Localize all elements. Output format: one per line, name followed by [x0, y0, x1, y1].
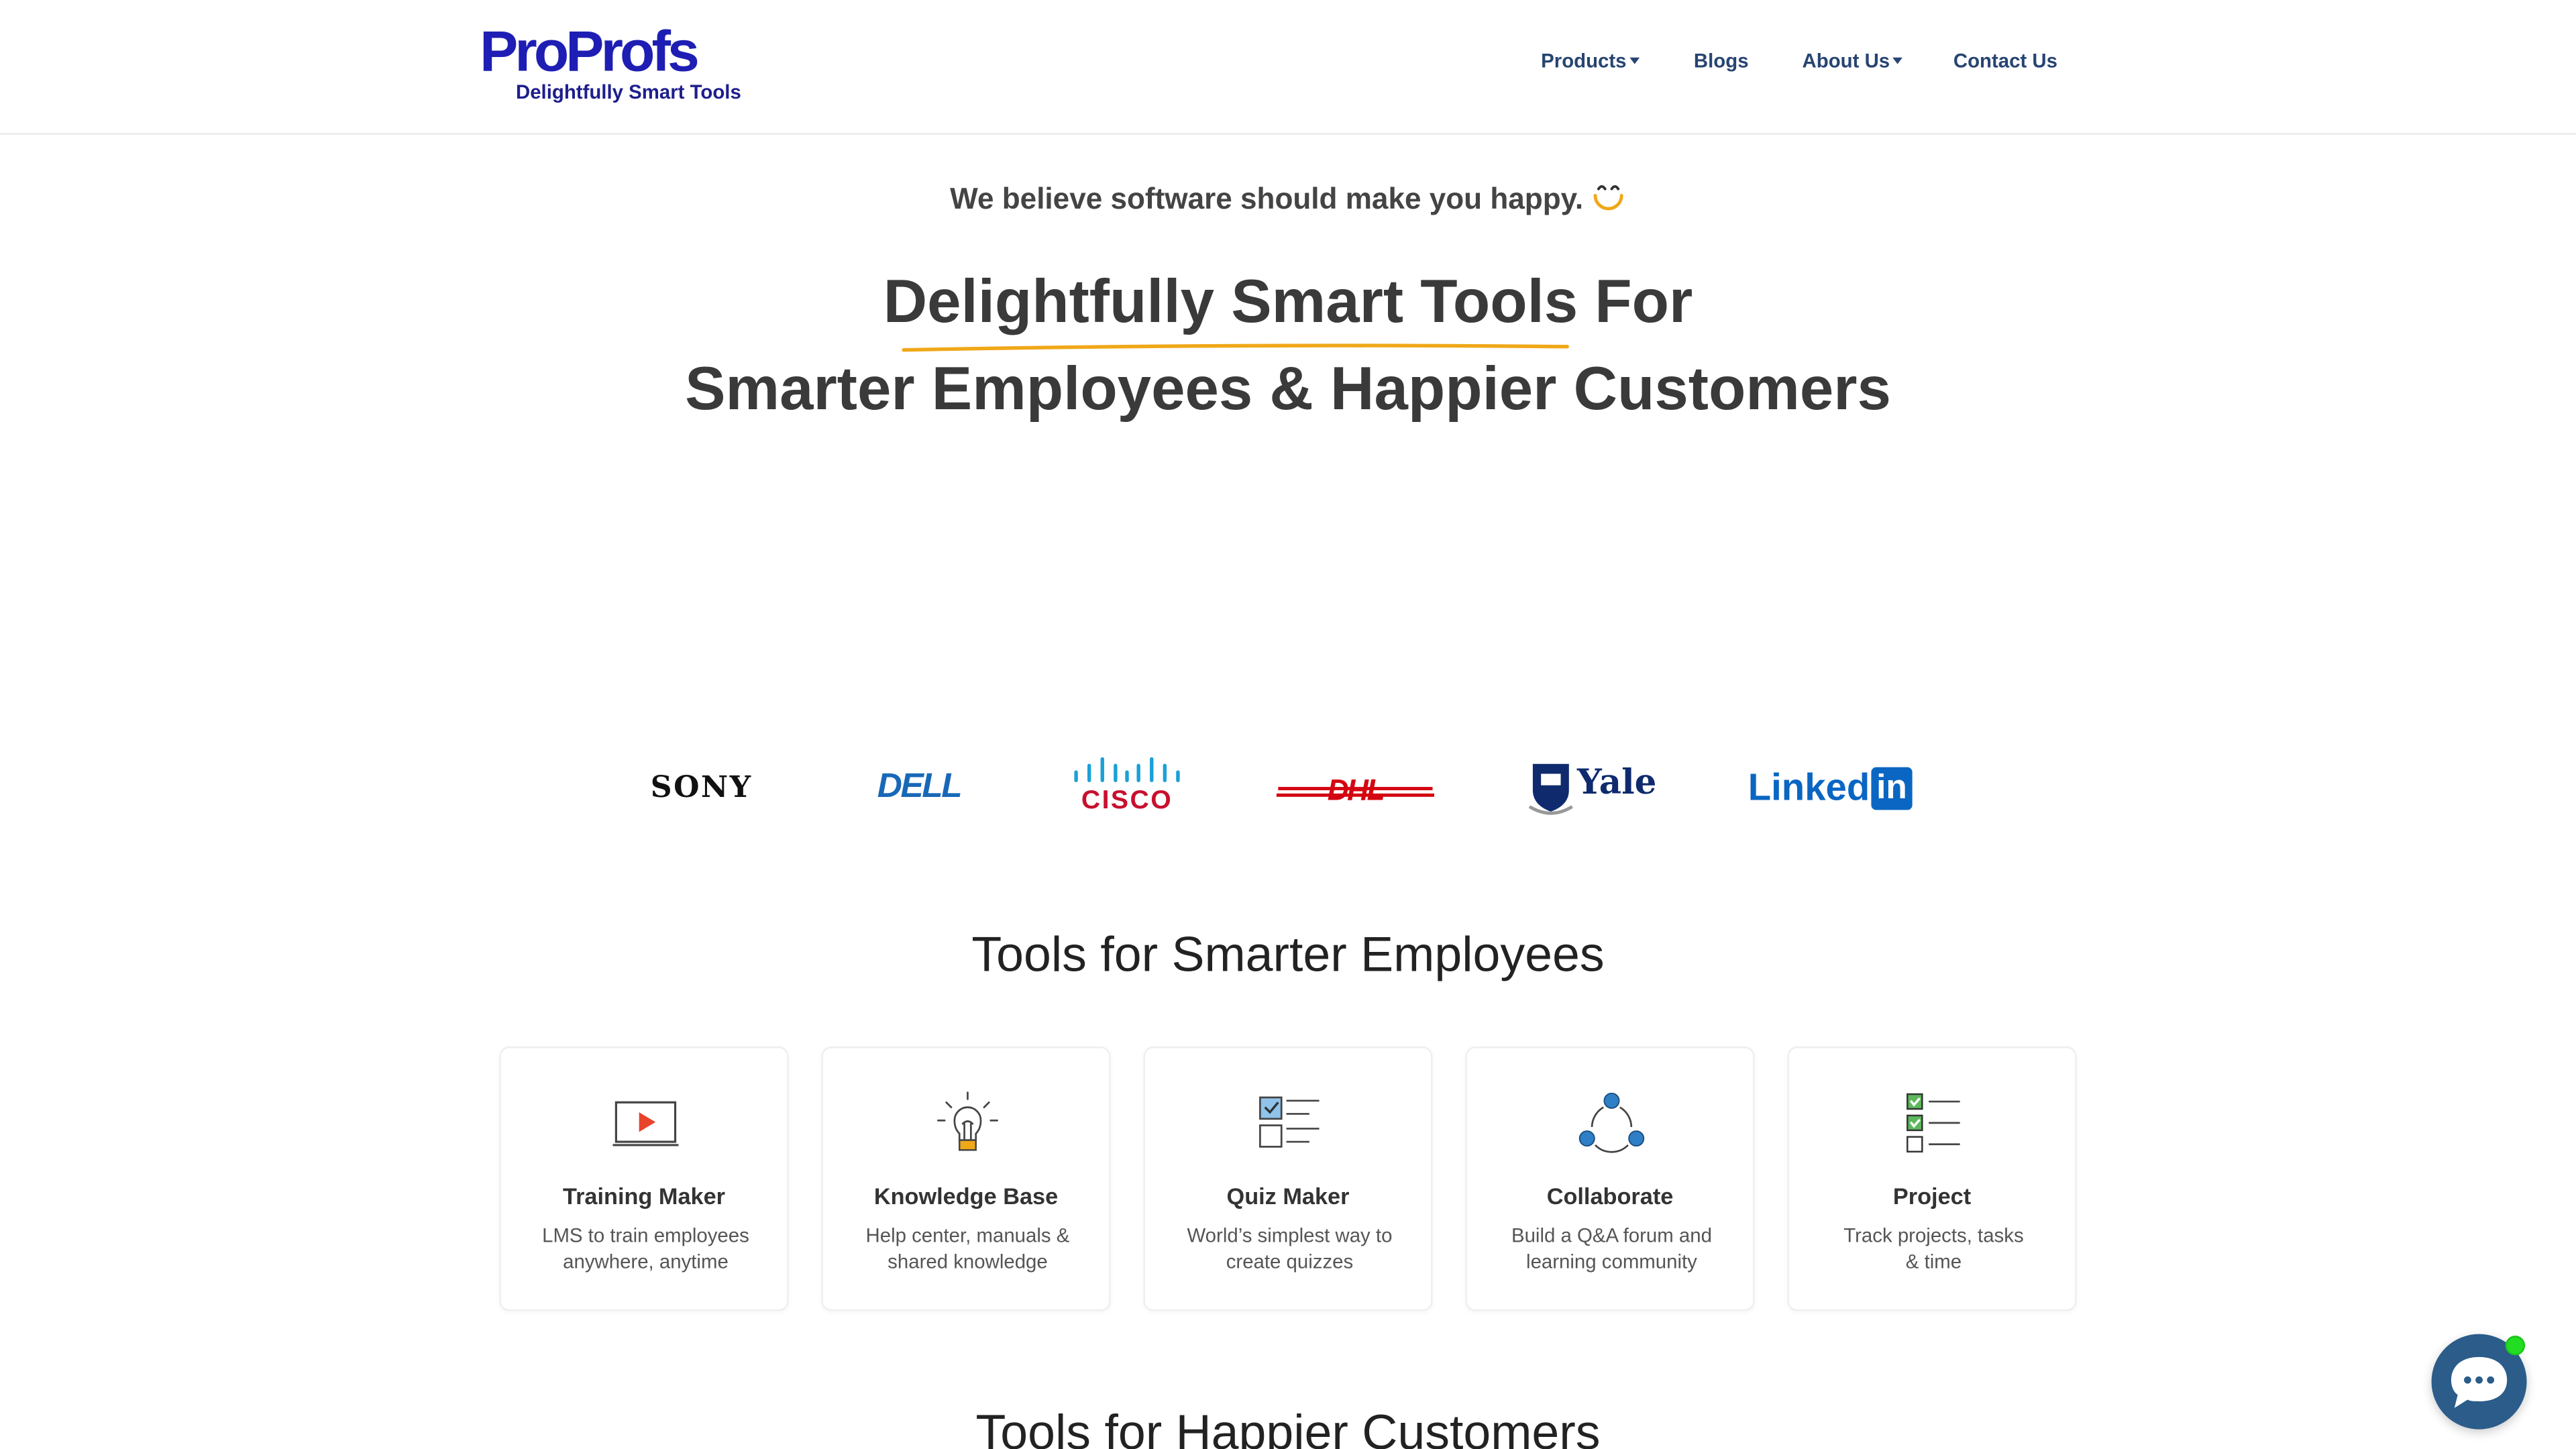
task-list-icon [1907, 1093, 1960, 1152]
nav-about-us[interactable]: About Us [1803, 49, 1903, 72]
yale-logo: Yale [1528, 761, 1660, 816]
tool-card-training-maker[interactable]: Training Maker LMS to train employees an… [499, 1046, 789, 1311]
tool-card-knowledge-base[interactable]: Knowledge Base Help center, manuals & sh… [821, 1046, 1111, 1311]
hero-tagline: We believe software should make you happ… [0, 180, 2576, 217]
dhl-wordmark: DHL [1327, 773, 1385, 807]
desc-line: learning community [1526, 1250, 1697, 1273]
desc-line: World’s simplest way to [1187, 1224, 1393, 1247]
lightbulb-icon [937, 1091, 998, 1151]
yale-shield-icon [1528, 763, 1573, 815]
desc-line: anywhere, anytime [563, 1250, 729, 1273]
logo-wordmark: ProProfs [480, 19, 700, 84]
online-status-dot [2505, 1336, 2526, 1356]
yale-wordmark: Yale [1577, 760, 1657, 802]
video-play-icon [612, 1101, 679, 1146]
customers-section-title: Tools for Happier Customers [975, 1406, 1601, 1449]
nav-products[interactable]: Products [1541, 49, 1640, 72]
desc-line: shared knowledge [888, 1250, 1048, 1273]
tool-card-description: World’s simplest way to create quizzes [1161, 1222, 1417, 1275]
nav-blogs-label: Blogs [1693, 49, 1749, 72]
desc-line: & time [1905, 1250, 1962, 1273]
cisco-bars-icon [1074, 757, 1180, 782]
smile-icon [1593, 185, 1623, 211]
nav-about-us-label: About Us [1802, 49, 1890, 72]
proprofs-logo[interactable]: ProProfs Delightfully Smart Tools [480, 19, 743, 108]
nav-products-label: Products [1541, 49, 1627, 72]
tool-card-description: Track projects, tasks & time [1805, 1222, 2061, 1275]
dhl-logo: DHL [1275, 773, 1436, 807]
hero-headline-line2: Smarter Employees & Happier Customers [685, 354, 1891, 423]
linkedin-in-badge: in [1871, 766, 1913, 810]
tool-card-quiz-maker[interactable]: Quiz Maker World’s simplest way to creat… [1143, 1046, 1433, 1311]
hero-tagline-text: We believe software should make you happ… [950, 182, 1584, 215]
tool-card-collaborate[interactable]: Collaborate Build a Q&A forum and learni… [1465, 1046, 1755, 1311]
tool-card-description: Build a Q&A forum and learning community [1483, 1222, 1739, 1275]
tool-card-title: Training Maker [563, 1183, 726, 1210]
linkedin-logo: Linked in [1748, 765, 1913, 812]
checklist-icon [1259, 1096, 1320, 1148]
nav-contact-us-label: Contact Us [1953, 49, 2057, 72]
nav-blogs[interactable]: Blogs [1694, 49, 1749, 72]
desc-line: Help center, manuals & [865, 1224, 1070, 1247]
dell-logo: DELL [877, 767, 963, 806]
tool-card-title: Collaborate [1546, 1183, 1674, 1210]
tool-card-description: Help center, manuals & shared knowledge [839, 1222, 1095, 1275]
chevron-down-icon [1893, 57, 1903, 64]
linkedin-wordmark: Linked [1748, 765, 1870, 808]
tool-card-title: Project [1892, 1183, 1972, 1210]
nav-contact-us[interactable]: Contact Us [1953, 49, 2057, 72]
headline-underline [902, 343, 1569, 352]
desc-line: Track projects, tasks [1843, 1224, 2024, 1247]
hero-headline-line1: Delightfully Smart Tools For [883, 268, 1693, 335]
site-header: ProProfs Delightfully Smart Tools Produc… [0, 0, 2576, 135]
tool-card-description: LMS to train employees anywhere, anytime [517, 1222, 773, 1275]
sony-logo: SONY [650, 770, 753, 806]
network-icon [1578, 1092, 1645, 1153]
cisco-wordmark: CISCO [1081, 787, 1173, 815]
desc-line: create quizzes [1226, 1250, 1354, 1273]
logo-tagline: Delightfully Smart Tools [515, 80, 741, 104]
chevron-down-icon [1629, 57, 1640, 64]
tool-card-title: Quiz Maker [1226, 1183, 1350, 1210]
cisco-logo: CISCO [1071, 756, 1183, 822]
desc-line: Build a Q&A forum and [1511, 1224, 1712, 1247]
tool-card-title: Knowledge Base [873, 1183, 1059, 1210]
tool-card-project[interactable]: Project Track projects, tasks & time [1787, 1046, 2077, 1311]
employees-section-title: Tools for Smarter Employees [971, 928, 1605, 983]
desc-line: LMS to train employees [542, 1224, 749, 1247]
